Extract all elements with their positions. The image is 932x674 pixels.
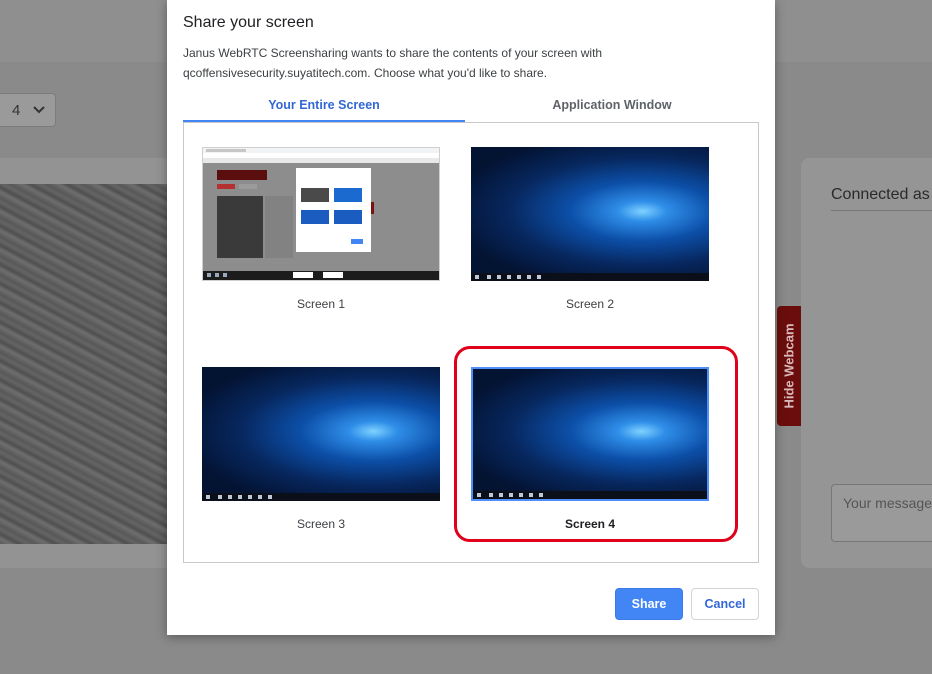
hide-webcam-label: Hide Webcam (781, 323, 797, 409)
windows-wallpaper (202, 367, 440, 501)
dialog-description: Janus WebRTC Screensharing wants to shar… (183, 43, 743, 83)
share-button[interactable]: Share (615, 588, 683, 620)
dialog-title: Share your screen (183, 14, 314, 31)
screen-1-label: Screen 1 (296, 297, 346, 311)
screen-3-label: Screen 3 (296, 517, 346, 531)
screen-option-4[interactable]: Screen 4 (470, 363, 710, 553)
screen-4-label: Screen 4 (564, 517, 616, 531)
screen-4-thumbnail (471, 367, 709, 501)
chat-divider (831, 210, 932, 211)
cancel-button[interactable]: Cancel (691, 588, 759, 620)
chat-connected-title: Connected as J (831, 186, 932, 203)
taskbar (471, 273, 709, 281)
page-select[interactable]: 4 (0, 93, 56, 127)
chat-message-input[interactable]: Your message (831, 484, 932, 542)
screen-option-3[interactable]: Screen 3 (201, 363, 441, 553)
dialog-description-line1: Janus WebRTC Screensharing wants to shar… (183, 46, 603, 60)
hide-webcam-button[interactable]: Hide Webcam (777, 306, 801, 426)
screen-grid: Screen 1 Screen 2 Screen 3 Screen 4 (183, 122, 759, 563)
screen-2-label: Screen 2 (565, 297, 615, 311)
screen-1-thumbnail (202, 147, 440, 281)
local-video (0, 184, 170, 544)
tab-entire-screen[interactable]: Your Entire Screen (183, 90, 465, 122)
tab-application-window[interactable]: Application Window (465, 90, 759, 122)
screen-3-thumbnail (202, 367, 440, 501)
windows-wallpaper (473, 369, 707, 499)
screen-2-thumbnail (471, 147, 709, 281)
windows-wallpaper (471, 147, 709, 281)
taskbar (202, 493, 440, 501)
screen-option-1[interactable]: Screen 1 (201, 143, 441, 333)
screen-option-2[interactable]: Screen 2 (470, 143, 710, 333)
chevron-down-icon (33, 106, 45, 114)
page-select-value: 4 (12, 102, 21, 119)
share-screen-dialog: Share your screen Janus WebRTC Screensha… (167, 0, 775, 635)
nested-desktop-preview (203, 148, 439, 280)
dialog-description-line2: qcoffensivesecurity.suyatitech.com. Choo… (183, 66, 548, 80)
taskbar (473, 491, 707, 499)
